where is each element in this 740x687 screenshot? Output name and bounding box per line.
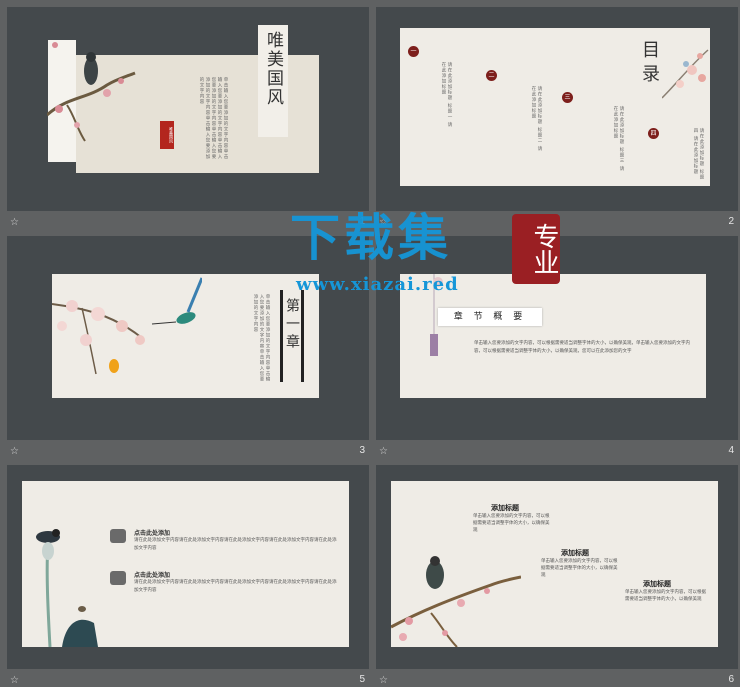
gift-icon bbox=[110, 571, 126, 585]
toc-marker: 一 bbox=[408, 46, 419, 57]
slide-canvas: 目录 一 请在此添加标题 标题一 请在此添加标题 二 请在此添加标题 标题二 请… bbox=[400, 28, 710, 186]
blossom-illustration bbox=[662, 49, 709, 99]
title-card: 唯美国风 bbox=[258, 25, 288, 137]
star-icon: ☆ bbox=[10, 675, 19, 686]
slide-thumbnail-5[interactable]: 点击此处添加 请在此处添加文字内容请在此处添加文字内容请在此处添加文字内容请在此… bbox=[7, 465, 369, 687]
slide-thumbnail-6[interactable]: 添加标题 单击输入您要添加的文字内容，可以根据需要适当调整字体的大小，以确保美观… bbox=[376, 465, 738, 687]
watermark-url: www.xiazai.red bbox=[296, 274, 459, 295]
chapter-text: 单击输入您要添加的文字内容单击输入您要添加的文字内容单击输入您要添加的文字内容 bbox=[253, 294, 270, 382]
toc-item-text: 请在此添加标题 标题三 请在此添加标题 bbox=[613, 106, 624, 172]
toc-item-text: 请在此添加标题 标题二 请在此添加标题 bbox=[531, 86, 542, 152]
block-title: 添加标题 bbox=[643, 580, 671, 588]
toc-title: 目录 bbox=[639, 40, 660, 88]
chat-icon bbox=[110, 529, 126, 543]
item-text: 请在此处添加文字内容请在此处添加文字内容请在此处添加文字内容请在此处添加文字内容… bbox=[134, 580, 337, 593]
star-icon: ☆ bbox=[379, 446, 388, 457]
watermark-overlay: 下载集 专业 www.xiazai.red bbox=[290, 198, 560, 308]
slide-canvas: 添加标题 单击输入您要添加的文字内容，可以根据需要适当调整字体的大小，以确保美观… bbox=[391, 481, 718, 647]
item-title: 点击此处添加 bbox=[134, 572, 171, 579]
slide-canvas: 单击输入您要添加的文字内容单击输入您要添加的文字内容单击输入您要添加的文字内容 … bbox=[52, 274, 319, 398]
block-text: 单击输入您要添加的文字内容，可以根据需要适当调整字体的大小，以确保美观 bbox=[541, 559, 618, 578]
slide-thumbnail-2[interactable]: 目录 一 请在此添加标题 标题一 请在此添加标题 二 请在此添加标题 标题二 请… bbox=[376, 7, 738, 229]
star-icon: ☆ bbox=[10, 446, 19, 457]
bird-on-branch-illustration bbox=[47, 42, 136, 142]
slide-number: 5 bbox=[359, 674, 365, 685]
blossom-hummingbird-illustration bbox=[52, 277, 202, 375]
block-title: 添加标题 bbox=[561, 549, 589, 557]
star-icon: ☆ bbox=[379, 675, 388, 686]
item-text: 请在此处添加文字内容请在此处添加文字内容请在此处添加文字内容请在此处添加文字内容… bbox=[134, 538, 337, 551]
watermark-seal: 专业 bbox=[512, 214, 560, 284]
bird-lotus-illustration bbox=[36, 529, 98, 647]
slide-number: 4 bbox=[728, 445, 734, 456]
red-stamp: 唯美国风 bbox=[160, 121, 174, 149]
slide-frame: 添加标题 单击输入您要添加的文字内容，可以根据需要适当调整字体的大小，以确保美观… bbox=[376, 465, 738, 669]
bird-branch-illustration bbox=[391, 556, 521, 647]
slide-title: 唯美国风 bbox=[263, 31, 283, 107]
slide-canvas: 点击此处添加 请在此处添加文字内容请在此处添加文字内容请在此处添加文字内容请在此… bbox=[22, 481, 349, 647]
block-title: 添加标题 bbox=[491, 504, 519, 512]
section-body: 单击输入您要添加的文字内容，可以根据需要适当调整字体的大小，以确保美观，单击输入… bbox=[474, 341, 690, 354]
block-text: 单击输入您要添加的文字内容，可以根据需要适当调整字体的大小，以确保美观 bbox=[625, 590, 706, 602]
intro-text: 单击输入您要添加的文字内容单击输入您要添加的文字内容单击输入您要添加的文字内容单… bbox=[199, 77, 228, 160]
star-icon: ☆ bbox=[10, 217, 19, 228]
toc-item-text: 请在此添加标题 标题一 请在此添加标题 bbox=[441, 62, 452, 128]
toc-marker: 二 bbox=[486, 70, 497, 81]
toc-item-text: 请在此添加标题 标题四 请在此添加标题 bbox=[693, 128, 704, 180]
block-text: 单击输入您要添加的文字内容，可以根据需要适当调整字体的大小，以确保美观 bbox=[473, 514, 550, 533]
slide-number: 6 bbox=[728, 674, 734, 685]
watermark-text: 下载集 bbox=[290, 209, 452, 267]
item-title: 点击此处添加 bbox=[134, 530, 171, 537]
slide-number: 2 bbox=[728, 216, 734, 227]
slide-frame: 目录 一 请在此添加标题 标题一 请在此添加标题 二 请在此添加标题 标题二 请… bbox=[376, 7, 738, 211]
slide-frame: 点击此处添加 请在此处添加文字内容请在此处添加文字内容请在此处添加文字内容请在此… bbox=[7, 465, 369, 669]
toc-marker: 三 bbox=[562, 92, 573, 103]
section-heading: 章 节 概 要 bbox=[438, 308, 542, 326]
slide-thumbnail-1[interactable]: 单击输入您要添加的文字内容单击输入您要添加的文字内容单击输入您要添加的文字内容单… bbox=[7, 7, 369, 229]
slide-frame: 单击输入您要添加的文字内容单击输入您要添加的文字内容单击输入您要添加的文字内容单… bbox=[7, 7, 369, 211]
slide-number: 3 bbox=[359, 445, 365, 456]
